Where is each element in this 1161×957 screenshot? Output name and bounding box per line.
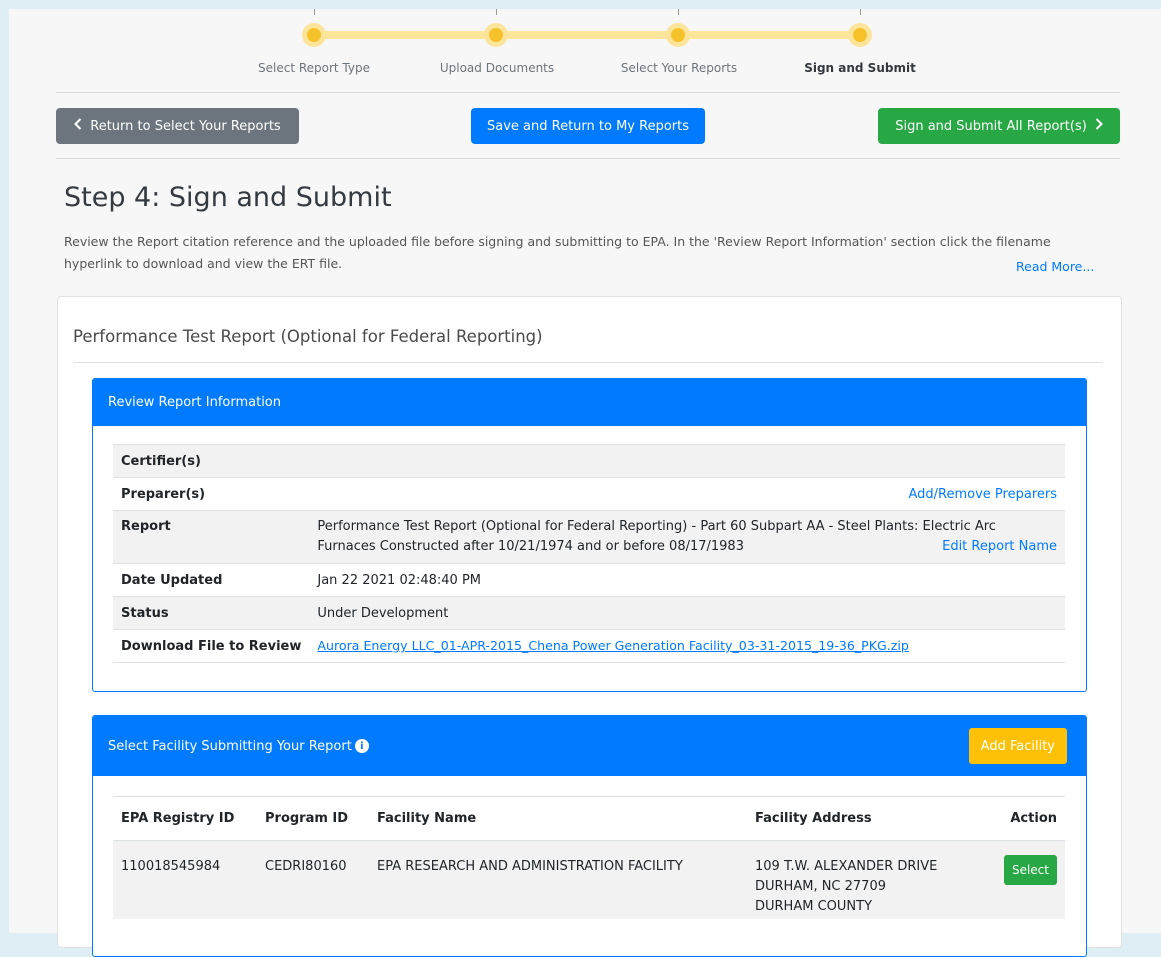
card-title: Performance Test Report (Optional for Fe… [73,327,543,346]
table-row: Preparer(s) Add/Remove Preparers [113,477,1065,511]
divider [56,92,1120,93]
review-info-table: Certifier(s) Preparer(s) Add/Remove Prep… [113,444,1065,663]
info-circle-icon[interactable]: i [354,739,369,753]
return-to-select-reports-button[interactable]: Return to Select Your Reports [56,108,299,144]
table-row: Date Updated Jan 22 2021 02:48:40 PM [113,563,1065,597]
progress-stepper: Select Report Type Upload Documents Sele… [9,9,1161,89]
status-label: Status [113,596,310,630]
step-tick [314,9,315,15]
report-card: Performance Test Report (Optional for Fe… [57,296,1122,957]
chevron-right-icon [1095,118,1103,134]
report-label: Report [113,510,310,564]
step-dot-3 [666,23,690,47]
report-value-cell: Performance Test Report (Optional for Fe… [309,510,1065,564]
facility-address-cell: 109 T.W. ALEXANDER DRIVE DURHAM, NC 2770… [747,840,966,919]
certifiers-value [309,444,1065,478]
add-facility-button[interactable]: Add Facility [968,728,1067,764]
date-updated-label: Date Updated [113,563,310,597]
preparers-value: Add/Remove Preparers [309,477,1065,511]
submit-button-label: Sign and Submit All Report(s) [895,118,1087,134]
save-button-label: Save and Return to My Reports [487,118,689,134]
preparers-label: Preparer(s) [113,477,310,511]
step-dot-4 [848,23,872,47]
download-file-label: Download File to Review [113,629,310,663]
review-panel-header: Review Report Information [93,379,1086,426]
review-report-panel: Review Report Information Certifier(s) P… [92,378,1087,692]
sign-and-submit-button[interactable]: Sign and Submit All Report(s) [878,108,1120,144]
certifiers-label: Certifier(s) [113,444,310,478]
edit-report-name-link[interactable]: Edit Report Name [942,537,1057,557]
action-cell: Select [966,840,1065,919]
col-facility-address: Facility Address [747,796,966,841]
address-line: 109 T.W. ALEXANDER DRIVE [755,859,938,874]
step-tick [496,9,497,15]
step-tick [860,9,861,15]
table-row: Status Under Development [113,596,1065,630]
page-container: Select Report Type Upload Documents Sele… [9,9,1161,957]
page-title: Step 4: Sign and Submit [64,182,392,213]
return-button-label: Return to Select Your Reports [90,118,281,134]
status-value: Under Development [309,596,1065,630]
address-line: DURHAM, NC 27709 [755,879,886,894]
col-facility-name: Facility Name [369,796,747,841]
divider [56,158,1120,159]
facility-name-cell: EPA RESEARCH AND ADMINISTRATION FACILITY [369,840,747,919]
col-epa-registry-id: EPA Registry ID [113,796,257,841]
download-file-link[interactable]: Aurora Energy LLC_01-APR-2015_Chena Powe… [317,638,909,653]
step-connector [314,31,860,39]
table-row: 110018545984 CEDRI80160 EPA RESEARCH AND… [113,840,1065,919]
add-remove-preparers-link[interactable]: Add/Remove Preparers [909,487,1058,502]
registry-id-cell: 110018545984 [113,840,257,919]
step-tick [678,9,679,15]
table-row: Download File to Review Aurora Energy LL… [113,629,1065,663]
step-dot-1 [302,23,326,47]
facility-panel-title: Select Facility Submitting Your Report [108,738,352,754]
save-and-return-button[interactable]: Save and Return to My Reports [471,108,705,144]
chevron-left-icon [74,118,82,134]
table-header-row: EPA Registry ID Program ID Facility Name… [113,796,1065,841]
step-label-sign-and-submit: Sign and Submit [804,61,916,75]
page-intro-text: Review the Report citation reference and… [64,234,1051,271]
add-facility-label: Add Facility [980,738,1055,754]
select-facility-panel: Select Facility Submitting Your Report i… [92,715,1087,957]
facility-panel-header: Select Facility Submitting Your Report i… [93,716,1086,776]
date-updated-value: Jan 22 2021 02:48:40 PM [309,563,1065,597]
divider [73,362,1103,363]
select-facility-button[interactable]: Select [1003,855,1057,885]
report-value: Performance Test Report (Optional for Fe… [317,519,996,554]
address-line: DURHAM COUNTY [755,899,873,914]
col-program-id: Program ID [257,796,369,841]
step-label-select-your-reports[interactable]: Select Your Reports [621,61,737,75]
step-label-select-report-type[interactable]: Select Report Type [258,61,370,75]
col-action: Action [966,796,1065,841]
facility-table: EPA Registry ID Program ID Facility Name… [113,796,1065,919]
step-dot-2 [484,23,508,47]
read-more-link[interactable]: Read More... [1016,259,1094,274]
step-label-upload-documents[interactable]: Upload Documents [440,61,554,75]
table-row: Report Performance Test Report (Optional… [113,510,1065,564]
program-id-cell: CEDRI80160 [257,840,369,919]
table-row: Certifier(s) [113,444,1065,478]
download-file-cell: Aurora Energy LLC_01-APR-2015_Chena Powe… [309,629,1065,663]
